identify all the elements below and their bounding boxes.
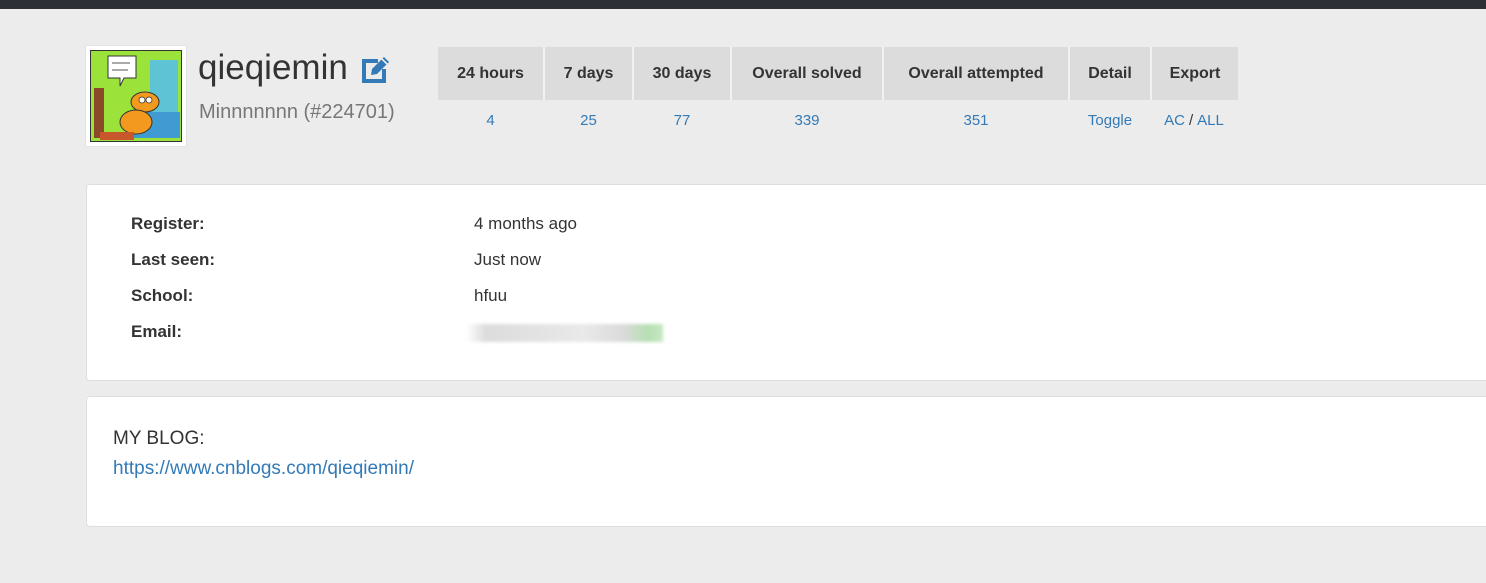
info-panel: Register: 4 months ago Last seen: Just n… (86, 184, 1486, 381)
register-label: Register: (131, 214, 205, 233)
school-label: School: (131, 286, 194, 305)
header-24-hours: 24 hours (438, 47, 545, 100)
stat-24-hours-link[interactable]: 4 (486, 112, 494, 129)
edit-icon[interactable] (358, 51, 392, 85)
stat-7-days-link[interactable]: 25 (580, 112, 597, 129)
header-overall-solved: Overall solved (732, 47, 884, 100)
export-all-link[interactable]: ALL (1197, 112, 1224, 129)
school-value: hfuu (474, 286, 508, 305)
username: qieqiemin (198, 48, 348, 87)
header-overall-attempted: Overall attempted (884, 47, 1070, 100)
stat-30-days-link[interactable]: 77 (674, 112, 691, 129)
profile-header: qieqiemin (198, 46, 392, 90)
email-value-redacted (466, 324, 663, 342)
blog-title: MY BLOG: (113, 428, 205, 449)
avatar[interactable] (86, 46, 186, 146)
stats-table: 24 hours 7 days 30 days Overall solved O… (438, 47, 1238, 140)
last-seen-value: Just now (474, 250, 542, 269)
header-30-days: 30 days (634, 47, 732, 100)
header-detail: Detail (1070, 47, 1152, 100)
stat-overall-attempted-link[interactable]: 351 (963, 112, 988, 129)
export-ac-link[interactable]: AC (1164, 112, 1185, 129)
export-separator: / (1188, 111, 1194, 129)
detail-toggle-link[interactable]: Toggle (1088, 112, 1132, 129)
blog-link[interactable]: https://www.cnblogs.com/qieqiemin/ (113, 458, 414, 480)
stat-overall-solved-link[interactable]: 339 (794, 112, 819, 129)
email-label: Email: (131, 322, 183, 341)
nickname: Minnnnnnn (#224701) (199, 101, 395, 123)
last-seen-label: Last seen: (131, 250, 216, 269)
header-7-days: 7 days (545, 47, 634, 100)
top-navbar (0, 0, 1486, 9)
avatar-image (90, 50, 182, 142)
register-value: 4 months ago (474, 214, 578, 233)
about-panel: MY BLOG: https://www.cnblogs.com/qieqiem… (86, 396, 1486, 527)
header-export: Export (1152, 47, 1238, 100)
